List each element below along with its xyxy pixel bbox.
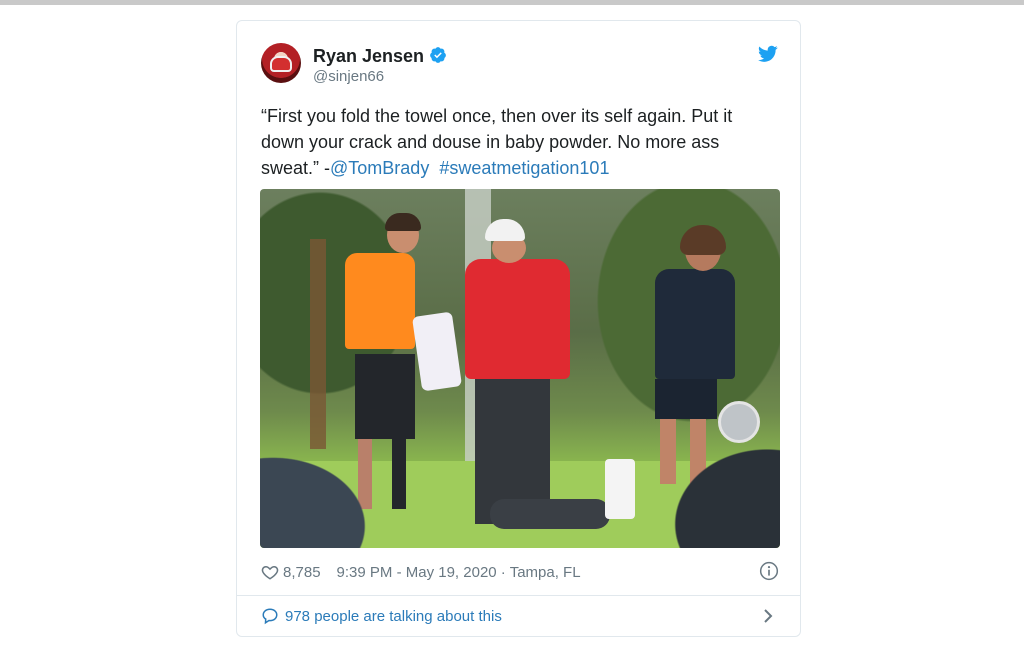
avatar[interactable] xyxy=(261,43,301,83)
photo-person-leg xyxy=(392,439,406,509)
avatar-helmet-shape xyxy=(270,56,292,72)
photo-foreground-blur xyxy=(260,439,390,548)
photo-person-orange-shirt xyxy=(345,253,415,349)
photo-person-shorts xyxy=(355,354,415,439)
heart-icon[interactable] xyxy=(261,563,279,581)
verified-badge-icon xyxy=(430,47,446,63)
photo-person-cap xyxy=(485,219,525,241)
tweet-photo[interactable] xyxy=(260,189,780,548)
author-handle[interactable]: @sinjen66 xyxy=(313,68,384,86)
divider xyxy=(237,595,800,596)
embedded-tweet-card: Ryan Jensen @sinjen66 “First you fold th… xyxy=(236,20,801,637)
photo-foreground-blur xyxy=(650,429,780,548)
hashtag-link[interactable]: #sweatmetigation101 xyxy=(439,158,609,178)
photo-person-red-shirt xyxy=(465,259,570,379)
tweet-text: “First you fold the towel once, then ove… xyxy=(261,103,761,181)
photo-bag xyxy=(605,459,635,519)
mention-link[interactable]: @TomBrady xyxy=(330,158,429,178)
photo-person-shorts xyxy=(655,379,717,419)
speech-bubble-icon xyxy=(262,608,278,625)
info-icon[interactable] xyxy=(759,561,779,581)
top-bar xyxy=(0,0,1024,5)
author-name[interactable]: Ryan Jensen xyxy=(313,45,424,67)
twitter-bird-icon[interactable] xyxy=(758,45,778,63)
chevron-right-icon[interactable] xyxy=(762,608,774,624)
tweet-meta-row: 8,785 9:39 PM - May 19, 2020 · Tampa, FL xyxy=(261,562,581,582)
photo-person-on-ground xyxy=(490,499,610,529)
like-count[interactable]: 8,785 xyxy=(283,564,321,581)
conversation-text: 978 people are talking about this xyxy=(285,607,502,625)
tweet-timestamp[interactable]: 9:39 PM - May 19, 2020 · Tampa, FL xyxy=(337,564,581,581)
photo-person-hair xyxy=(385,213,421,231)
photo-person-navy-shirt xyxy=(655,269,735,379)
photo-tree-trunk xyxy=(310,239,326,449)
conversation-link[interactable]: 978 people are talking about this xyxy=(261,607,502,625)
